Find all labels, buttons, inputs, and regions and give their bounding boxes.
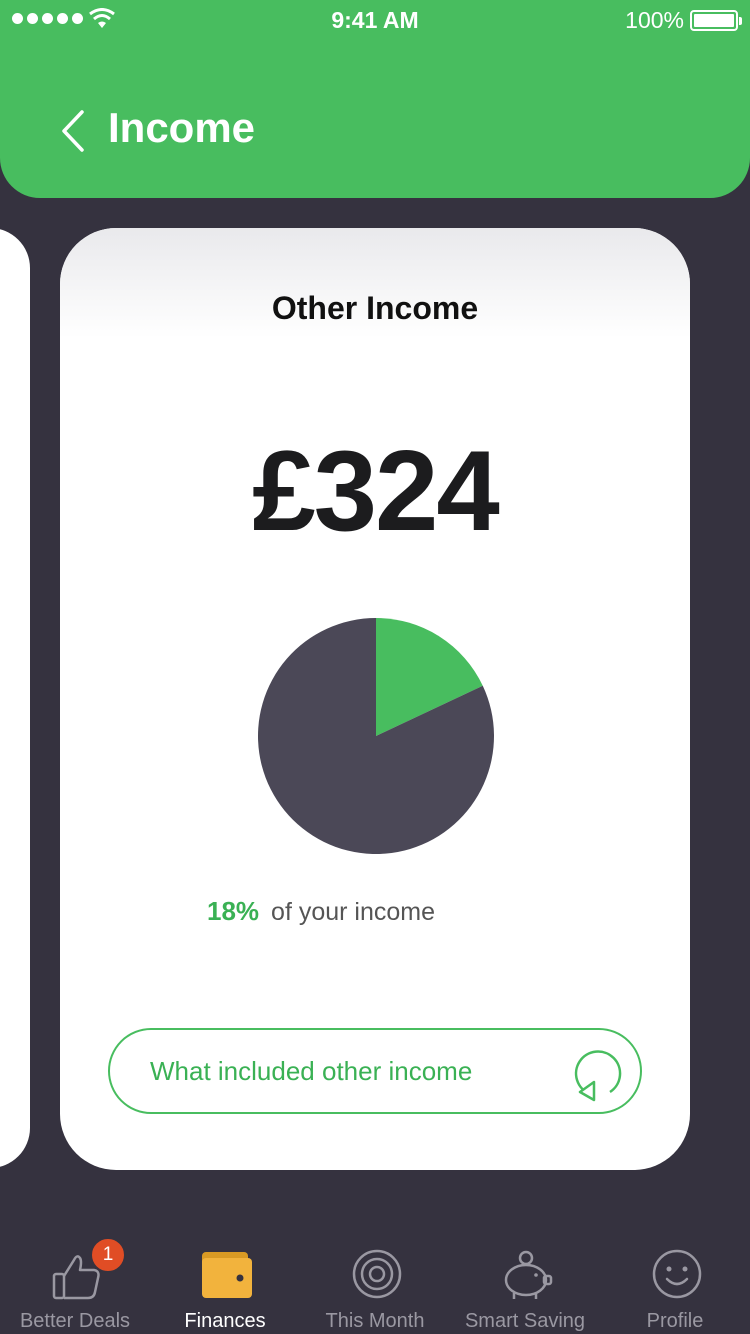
previous-card[interactable] bbox=[0, 228, 30, 1168]
tab-this-month[interactable]: This Month bbox=[300, 1230, 450, 1334]
share-row: 18% of your income bbox=[207, 896, 435, 927]
share-percent: 18% bbox=[207, 896, 260, 926]
income-card: Other Income £324 18% of your income Wha… bbox=[60, 228, 690, 1170]
tab-profile[interactable]: Profile bbox=[600, 1230, 750, 1334]
smiley-icon bbox=[652, 1249, 702, 1299]
tab-smart-saving[interactable]: Smart Saving bbox=[450, 1230, 600, 1334]
battery-percent: 100% bbox=[625, 7, 684, 33]
notification-badge: 1 bbox=[90, 1237, 126, 1273]
back-chevron-icon[interactable] bbox=[54, 106, 94, 156]
pie-chart bbox=[258, 618, 494, 854]
target-icon bbox=[352, 1249, 402, 1299]
what-included-button[interactable]: What included other income bbox=[108, 1028, 642, 1114]
header: 9:41 AM 100% Income bbox=[0, 0, 750, 198]
tab-label: Profile bbox=[646, 1310, 704, 1332]
wallet-icon bbox=[202, 1252, 252, 1298]
tab-label: Smart Saving bbox=[464, 1310, 586, 1332]
tab-better-deals[interactable]: 1 Better Deals bbox=[0, 1230, 150, 1334]
share-text: of your income bbox=[271, 898, 436, 926]
battery-icon bbox=[690, 10, 742, 31]
what-included-label: What included other income bbox=[150, 1056, 473, 1086]
card-title: Other Income bbox=[271, 290, 479, 326]
page-title: Income bbox=[108, 104, 256, 151]
refresh-icon bbox=[574, 1050, 622, 1102]
tab-label: Better Deals bbox=[19, 1310, 131, 1332]
tab-label: Finances bbox=[184, 1310, 266, 1332]
tab-finances[interactable]: Finances bbox=[150, 1230, 300, 1334]
tab-bar: 1 Better Deals Finances This Month Smart… bbox=[0, 1230, 750, 1334]
status-bar: 9:41 AM 100% bbox=[0, 0, 750, 40]
tab-label: This Month bbox=[325, 1310, 425, 1332]
income-amount: £324 bbox=[252, 428, 500, 555]
screen: 9:41 AM 100% Income Other Income £324 18… bbox=[0, 0, 750, 1334]
piggy-bank-icon bbox=[504, 1250, 553, 1299]
